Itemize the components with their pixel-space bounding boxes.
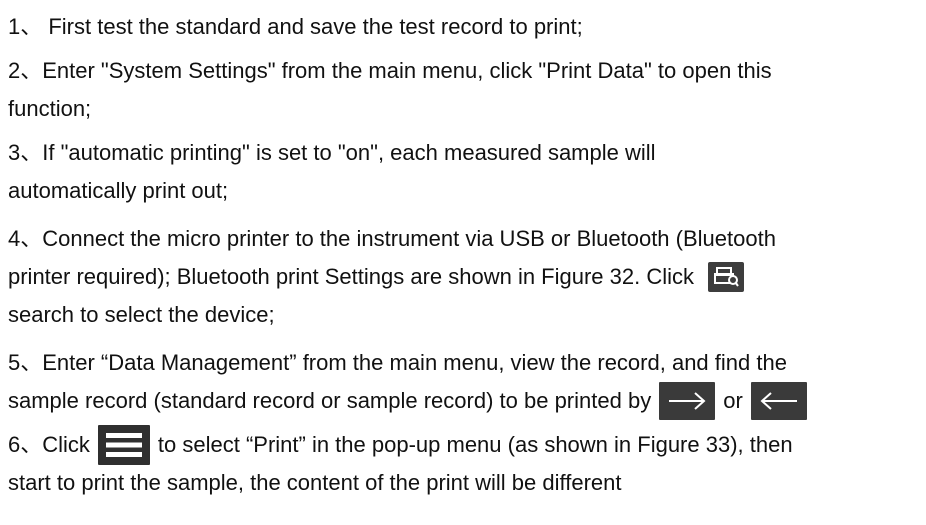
search-printer-icon (708, 262, 745, 292)
item-text: printer required); Bluetooth print Setti… (8, 263, 695, 289)
search-printer-icon-glyph (714, 267, 739, 287)
item-text: to select “Print” in the pop-up menu (as… (157, 431, 793, 457)
item-2-line-1: 2、Enter "System Settings" from the main … (8, 52, 918, 90)
arrow-left-icon-glyph (760, 392, 797, 410)
arrow-right-icon-glyph (669, 392, 706, 410)
instruction-document: 1、 First test the standard and save the … (8, 8, 918, 502)
arrow-left-icon (750, 382, 807, 420)
menu-icon (97, 425, 150, 465)
item-text: start to print the sample, the content o… (8, 469, 622, 495)
item-text: 6、Click (8, 431, 90, 457)
item-4-line-3: search to select the device; (8, 296, 918, 334)
item-text: automatically print out; (8, 177, 229, 203)
item-text: function; (8, 95, 92, 121)
menu-icon-glyph (105, 433, 142, 457)
item-1-line-1: 1、 First test the standard and save the … (8, 8, 918, 46)
item-6-line-1: 6、Click to select “Print” in the pop-up … (8, 425, 918, 465)
item-text: search to select the device; (8, 301, 275, 327)
arrow-right-icon (659, 382, 716, 420)
item-6-line-2: start to print the sample, the content o… (8, 464, 918, 502)
item-3-line-2: automatically print out; (8, 172, 918, 210)
item-5-line-1: 5、Enter “Data Management” from the main … (8, 344, 918, 382)
item-text: or (723, 387, 743, 413)
item-text: 2、Enter "System Settings" from the main … (8, 57, 772, 83)
item-2-line-2: function; (8, 90, 918, 128)
item-text: 4、Connect the micro printer to the instr… (8, 225, 776, 251)
item-5-line-2: sample record (standard record or sample… (8, 382, 918, 420)
item-text: 1、 First test the standard and save the … (8, 13, 583, 39)
item-4-line-2: printer required); Bluetooth print Setti… (8, 258, 918, 296)
item-text: 3、If "automatic printing" is set to "on"… (8, 139, 656, 165)
item-text: sample record (standard record or sample… (8, 387, 652, 413)
item-4-line-1: 4、Connect the micro printer to the instr… (8, 220, 918, 258)
item-text: 5、Enter “Data Management” from the main … (8, 349, 787, 375)
item-3-line-1: 3、If "automatic printing" is set to "on"… (8, 134, 918, 172)
